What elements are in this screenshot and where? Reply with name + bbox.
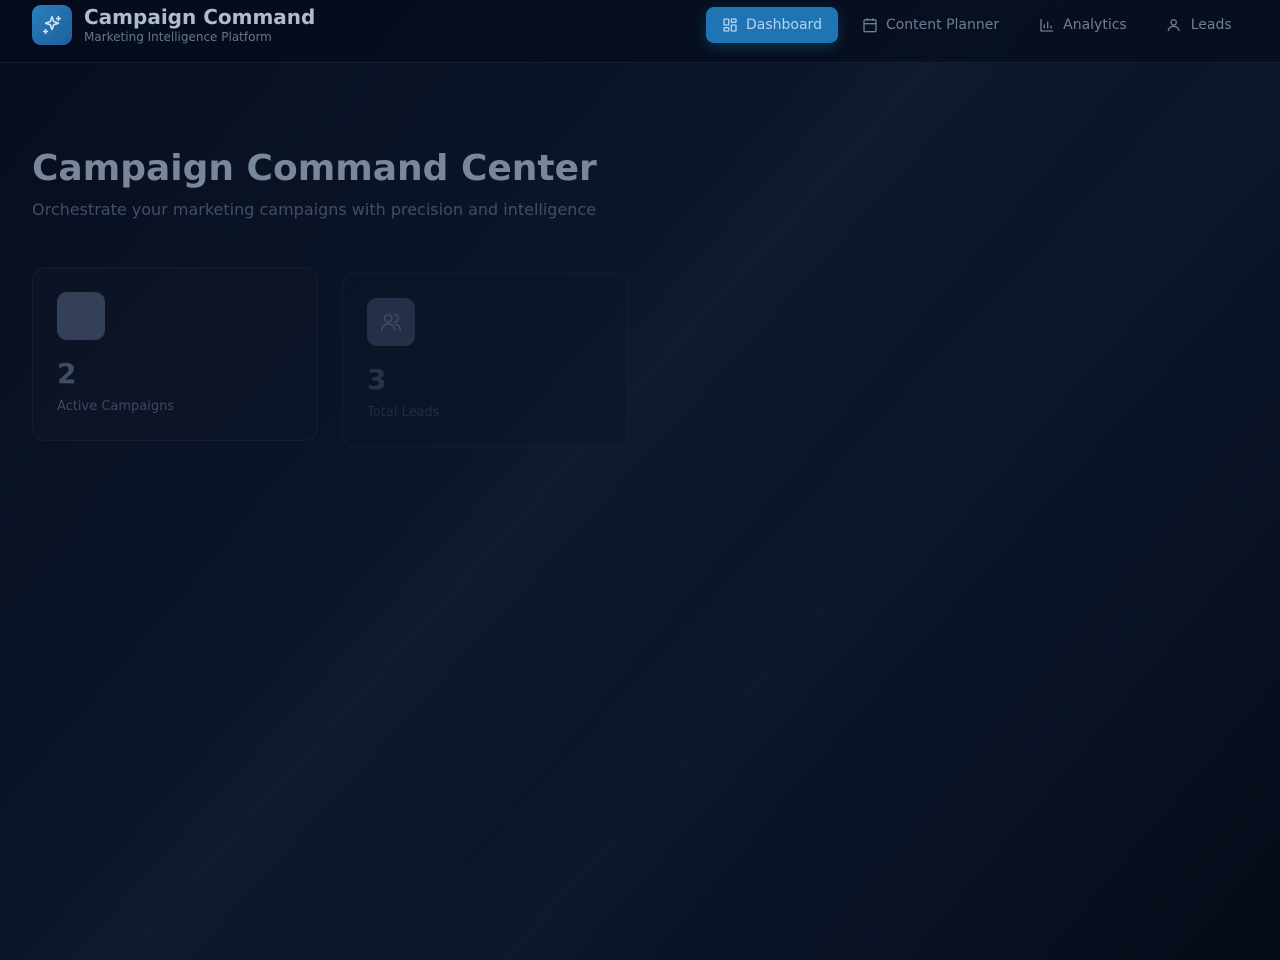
app-subtitle: Marketing Intelligence Platform bbox=[84, 30, 272, 44]
users-icon bbox=[367, 298, 415, 346]
grid-icon bbox=[722, 17, 738, 33]
stat-label: Total Leads bbox=[367, 405, 440, 420]
nav-content-planner-label: Content Planner bbox=[885, 17, 1000, 33]
nav-analytics[interactable]: Analytics bbox=[1023, 7, 1143, 43]
nav-dashboard-label: Dashboard bbox=[746, 17, 822, 33]
top-navigation-bar: Campaign Command Marketing Intelligence … bbox=[0, 0, 1280, 63]
user-icon bbox=[1167, 17, 1183, 33]
bar-chart-icon bbox=[1039, 17, 1055, 33]
stat-card-active-campaigns[interactable]: 2 Active Campaigns bbox=[32, 267, 318, 441]
brand[interactable]: Campaign Command Marketing Intelligence … bbox=[32, 5, 315, 45]
main-nav: Dashboard Content Planner Analytics Lead… bbox=[706, 7, 1256, 43]
nav-content-planner[interactable]: Content Planner bbox=[846, 7, 1015, 43]
page-title: Campaign Command Center bbox=[32, 148, 597, 189]
campaign-icon bbox=[57, 292, 105, 340]
calendar-icon bbox=[862, 17, 878, 33]
nav-analytics-label: Analytics bbox=[1063, 17, 1127, 33]
stat-value: 2 bbox=[57, 357, 77, 390]
stat-label: Active Campaigns bbox=[57, 399, 175, 414]
sparkles-icon bbox=[32, 5, 72, 45]
nav-leads-label: Leads bbox=[1190, 17, 1232, 33]
page-subtitle: Orchestrate your marketing campaigns wit… bbox=[32, 200, 597, 219]
background-sheen bbox=[0, 0, 1280, 960]
stat-value: 3 bbox=[367, 363, 387, 396]
nav-dashboard[interactable]: Dashboard bbox=[706, 7, 838, 43]
stat-card-total-leads[interactable]: 3 Total Leads bbox=[342, 273, 628, 447]
nav-leads[interactable]: Leads bbox=[1151, 7, 1248, 43]
app-title: Campaign Command bbox=[84, 5, 316, 29]
